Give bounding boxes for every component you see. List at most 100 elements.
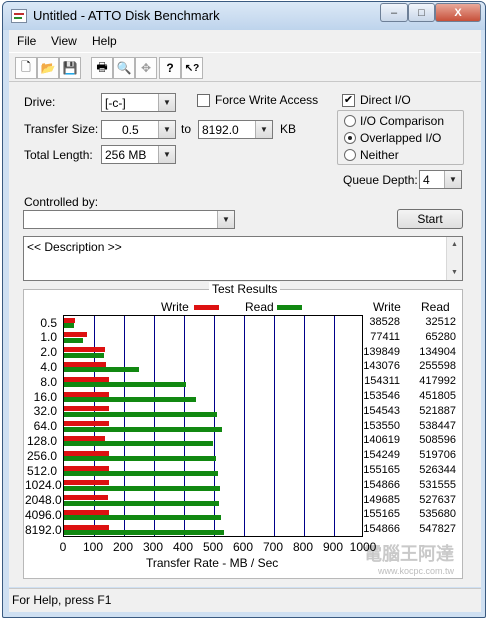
x-tick-label: 1000 <box>349 540 377 554</box>
queue-depth-select[interactable]: 4 ▼ <box>419 170 462 189</box>
grid-line <box>244 316 245 536</box>
force-write-checkbox[interactable] <box>197 94 210 107</box>
controlled-by-label: Controlled by: <box>24 195 99 209</box>
io-comparison-radio[interactable] <box>344 115 356 127</box>
read-value: 255598 <box>419 360 456 373</box>
x-tick-label: 700 <box>262 540 284 554</box>
queue-depth-label: Queue Depth: <box>343 173 418 187</box>
x-tick-label: 500 <box>202 540 224 554</box>
main-panel: Drive: [-c-] ▼ Force Write Access ✔ Dire… <box>9 82 481 587</box>
read-value: 538447 <box>419 419 456 432</box>
chevron-down-icon: ▼ <box>158 121 175 138</box>
description-scrollbar[interactable]: ▲ ▼ <box>446 237 462 280</box>
force-write-label: Force Write Access <box>215 93 319 107</box>
controlled-by-select[interactable]: ▼ <box>23 210 235 229</box>
write-value: 153550 <box>363 419 400 432</box>
close-button[interactable]: X <box>435 3 481 22</box>
write-bar <box>64 421 109 427</box>
move-icon[interactable]: ✥ <box>135 57 157 79</box>
menu-file[interactable]: File <box>17 34 36 48</box>
transfer-size-tick: 8192.0 <box>25 522 62 537</box>
overlapped-io-label: Overlapped I/O <box>360 131 442 145</box>
print-preview-icon[interactable]: 🔍 <box>113 57 135 79</box>
write-value: 155165 <box>363 464 400 476</box>
write-bar <box>64 332 87 338</box>
open-icon[interactable]: 📂 <box>37 57 59 79</box>
test-results-panel: Test Results Write Read Write Read Trans… <box>23 282 463 579</box>
transfer-size-tick: 4096.0 <box>25 507 62 522</box>
direct-io-checkbox[interactable]: ✔ <box>342 94 355 107</box>
transfer-size-tick: 1.0 <box>40 330 57 345</box>
write-bar <box>64 524 110 530</box>
new-icon[interactable]: 🗋 <box>15 57 37 79</box>
description-box[interactable]: << Description >> ▲ ▼ <box>23 236 463 281</box>
results-title: Test Results <box>209 282 281 296</box>
overlapped-io-radio[interactable] <box>344 132 356 144</box>
status-bar: For Help, press F1 <box>9 588 481 612</box>
read-bar <box>64 323 74 328</box>
x-tick-label: 600 <box>232 540 254 554</box>
read-value: 521887 <box>419 404 456 417</box>
read-bar <box>64 530 225 536</box>
write-value: 154866 <box>363 523 400 536</box>
chevron-down-icon: ▼ <box>158 94 175 111</box>
x-tick-label: 300 <box>142 540 164 554</box>
description-text: << Description >> <box>27 240 122 254</box>
read-value: 32512 <box>425 316 456 328</box>
read-bar <box>64 441 213 447</box>
minimize-button[interactable]: – <box>380 3 408 22</box>
help-icon[interactable]: ? <box>159 57 181 79</box>
chevron-down-icon: ▼ <box>444 171 461 188</box>
write-bar <box>64 435 106 441</box>
write-value: 149685 <box>363 493 400 506</box>
chevron-down-icon: ▼ <box>217 211 234 228</box>
print-icon[interactable]: 🖶 <box>91 57 113 79</box>
transfer-size-label: Transfer Size: <box>24 122 99 136</box>
app-window: Untitled - ATTO Disk Benchmark – □ X Fil… <box>2 1 486 618</box>
transfer-from-select[interactable]: 0.5 ▼ <box>101 120 176 139</box>
write-value: 155165 <box>363 508 400 521</box>
read-value: 519706 <box>419 449 456 462</box>
scroll-down-icon[interactable]: ▼ <box>447 265 462 280</box>
transfer-size-tick: 2.0 <box>40 345 57 360</box>
write-value: 77411 <box>370 330 400 343</box>
transfer-size-tick: 0.5 <box>40 315 57 330</box>
transfer-size-tick: 64.0 <box>33 419 57 434</box>
drive-select[interactable]: [-c-] ▼ <box>101 93 176 112</box>
read-bar <box>64 426 222 432</box>
read-value: 527637 <box>419 493 456 506</box>
context-help-icon[interactable]: ↖? <box>181 57 203 79</box>
neither-radio[interactable] <box>344 149 356 161</box>
write-bar <box>64 480 110 486</box>
write-bar <box>64 361 106 367</box>
menu-view[interactable]: View <box>51 34 77 48</box>
transfer-size-tick: 1024.0 <box>25 478 62 493</box>
save-icon[interactable]: 💾 <box>59 57 81 79</box>
scroll-up-icon[interactable]: ▲ <box>447 237 462 252</box>
read-value: 508596 <box>419 434 456 447</box>
read-bar <box>64 471 219 476</box>
read-value: 451805 <box>419 390 456 402</box>
io-comparison-label: I/O Comparison <box>360 114 445 128</box>
read-column-header: Read <box>421 300 450 314</box>
write-bar <box>64 347 105 353</box>
title-bar[interactable]: Untitled - ATTO Disk Benchmark – □ X <box>3 2 485 30</box>
write-bar <box>64 406 110 412</box>
read-bar <box>64 500 219 506</box>
write-value: 154249 <box>363 449 400 462</box>
maximize-button[interactable]: □ <box>408 3 435 22</box>
x-tick-label: 0 <box>59 540 67 554</box>
total-length-select[interactable]: 256 MB ▼ <box>101 145 176 164</box>
transfer-to-select[interactable]: 8192.0 ▼ <box>198 120 273 139</box>
read-value: 134904 <box>419 345 456 358</box>
write-value: 154311 <box>364 375 400 388</box>
read-legend-swatch <box>277 305 302 310</box>
direct-io-label: Direct I/O <box>360 93 411 107</box>
total-length-label: Total Length: <box>24 148 93 162</box>
drive-label: Drive: <box>24 95 56 109</box>
transfer-size-tick: 4.0 <box>40 359 57 374</box>
menu-help[interactable]: Help <box>92 34 117 48</box>
start-button[interactable]: Start <box>397 209 463 229</box>
grid-line <box>274 316 275 536</box>
write-legend-label: Write <box>161 300 189 314</box>
